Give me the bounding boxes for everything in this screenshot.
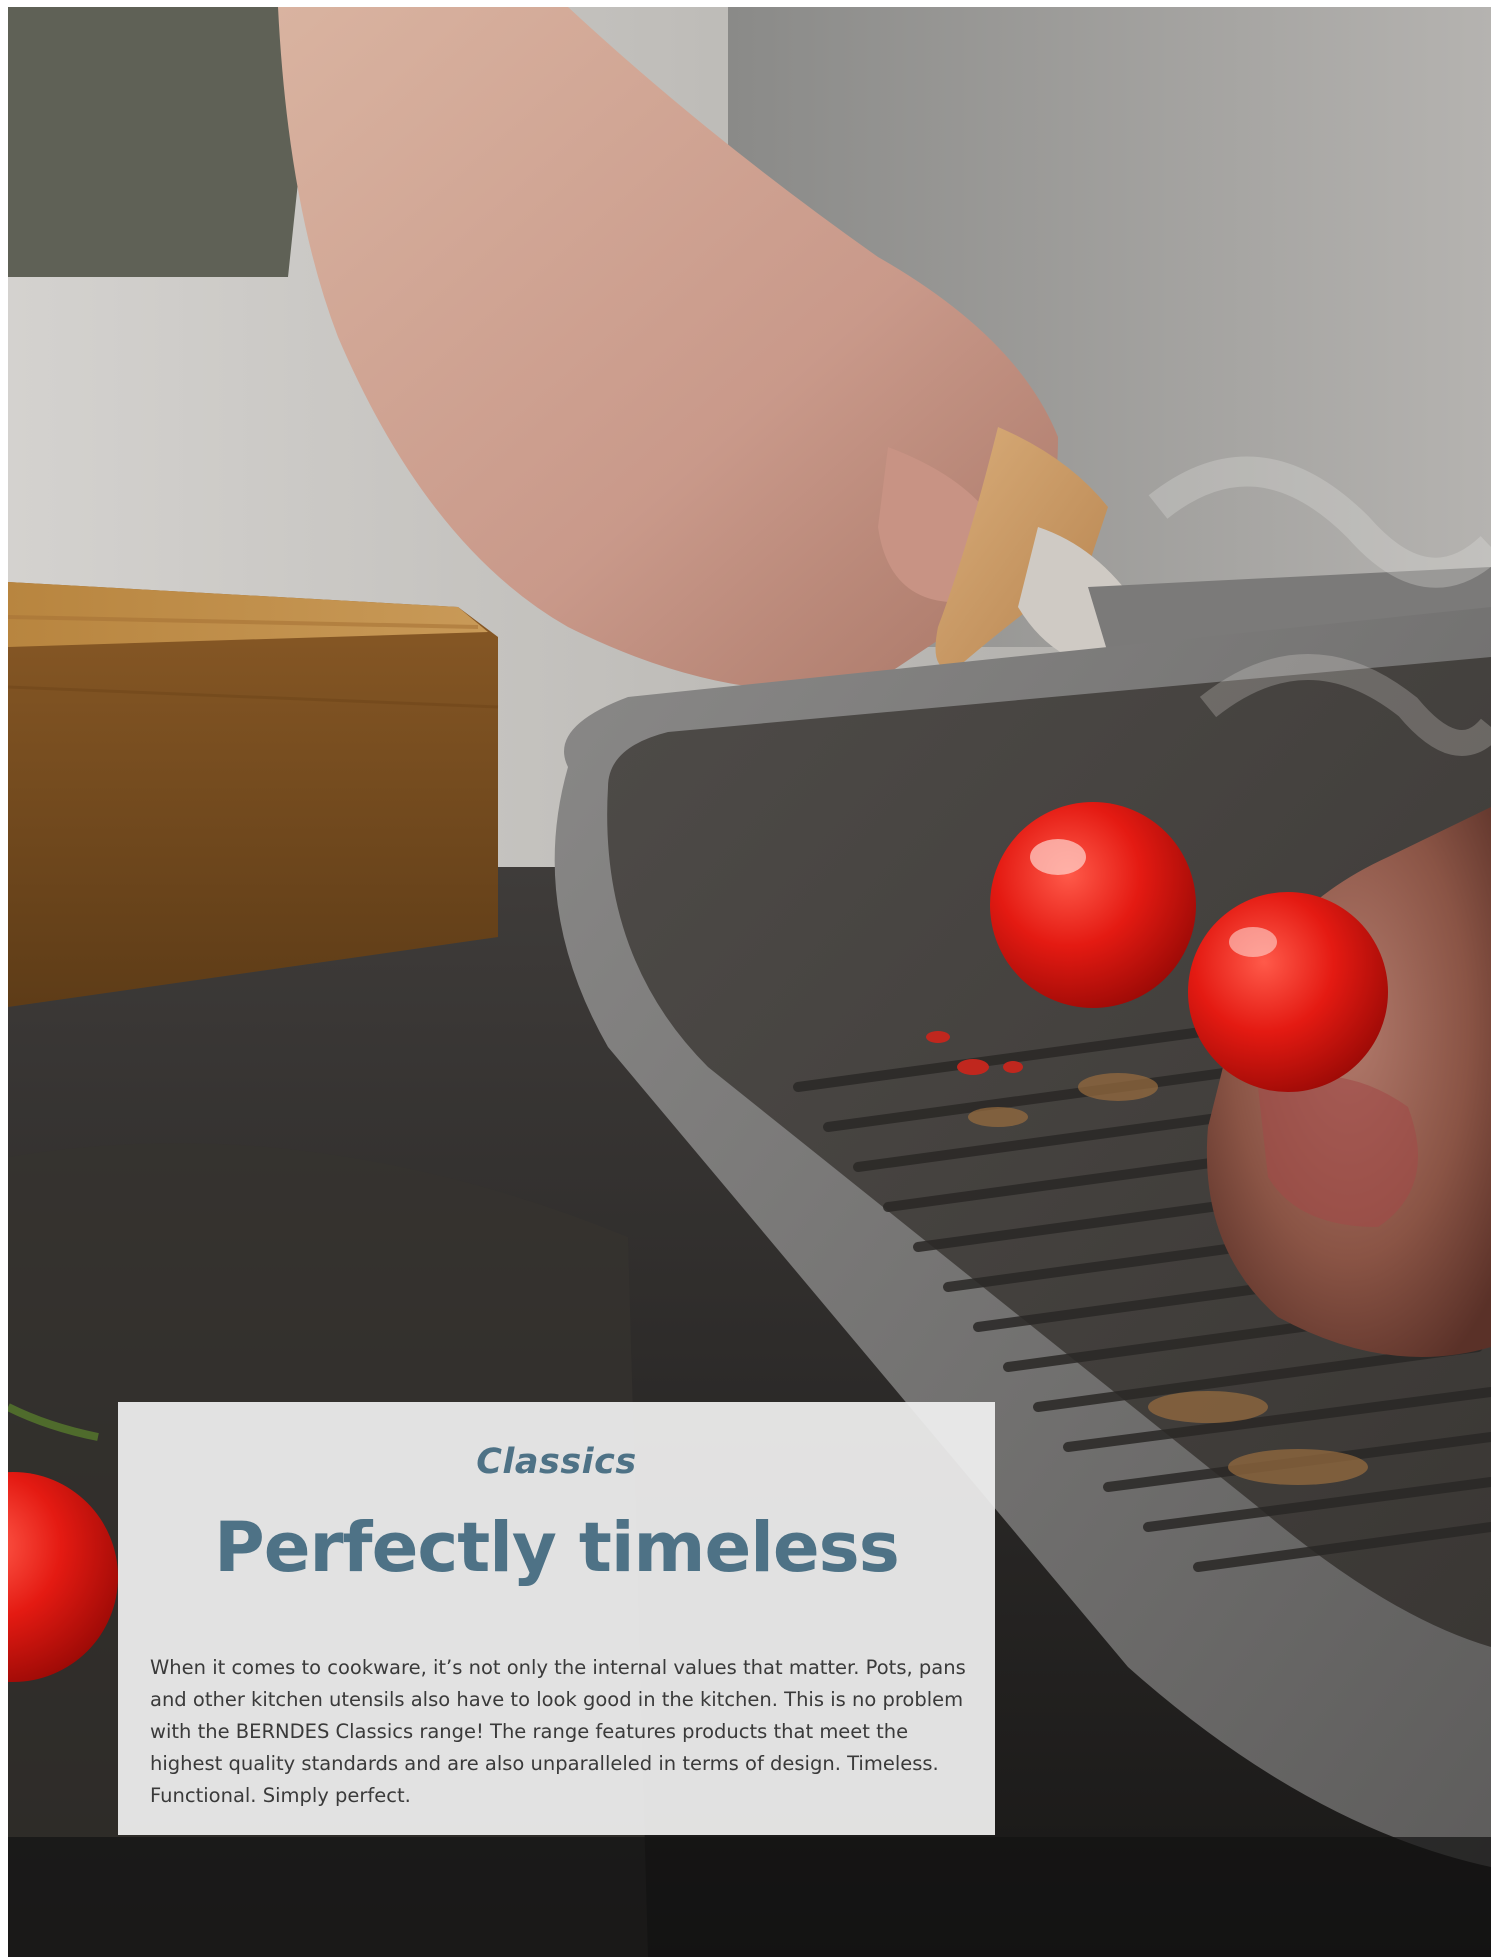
section-kicker: Classics (476, 1442, 637, 1482)
page-headline: Perfectly timeless (214, 1508, 900, 1588)
text-panel: Classics Perfectly timeless When it come… (118, 1402, 995, 1835)
body-paragraph: When it comes to cookware, it’s not only… (150, 1656, 966, 1807)
